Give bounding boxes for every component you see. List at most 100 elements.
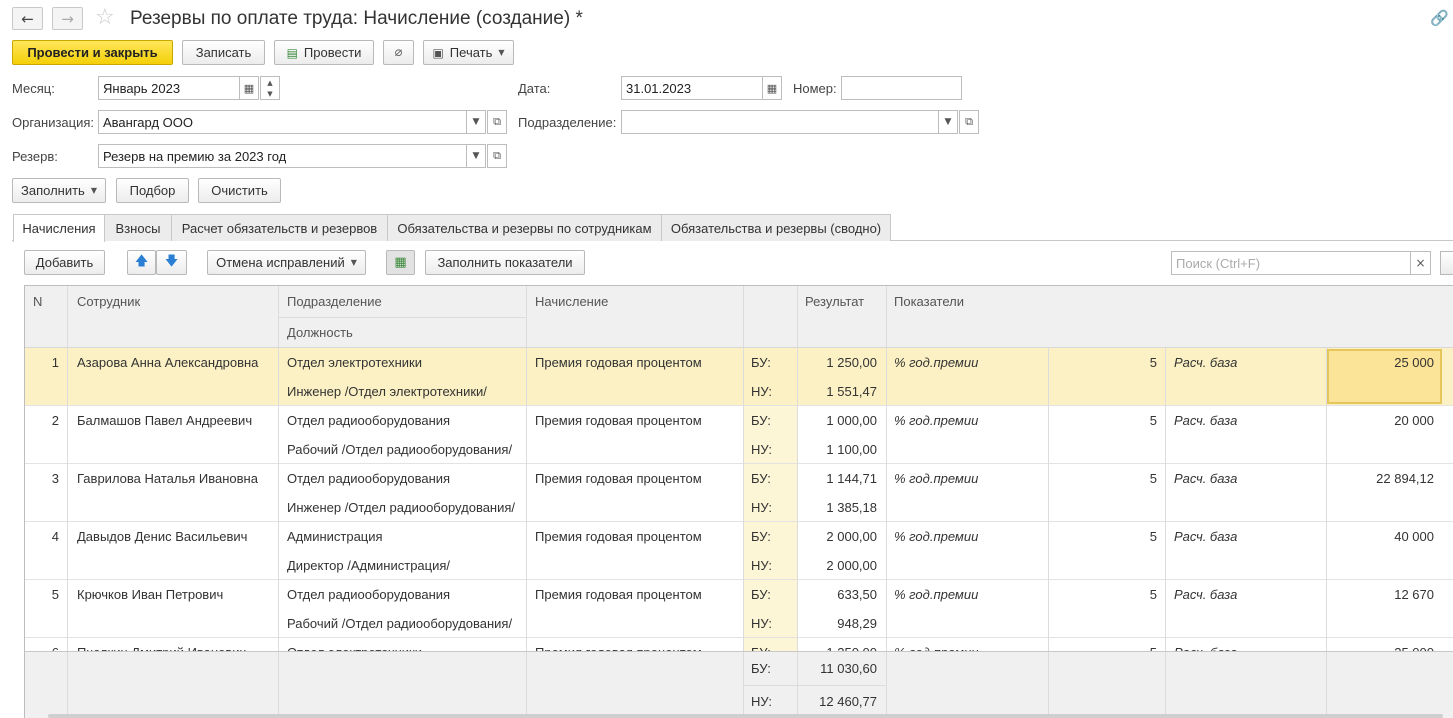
paperclip-icon: ⌀: [394, 45, 403, 60]
favorite-star-icon[interactable]: ☆: [95, 5, 115, 30]
chevron-down-icon: ▼: [350, 258, 357, 267]
department: Администрация: [287, 529, 383, 544]
reserve-field[interactable]: Резерв на премию за 2023 год: [98, 144, 467, 168]
back-button[interactable]: ←: [12, 7, 43, 30]
tab-accruals[interactable]: Начисления: [13, 214, 105, 242]
date-calendar-button[interactable]: ▦: [762, 76, 782, 100]
date-field[interactable]: 31.01.2023: [621, 76, 763, 100]
organization-open-button[interactable]: ⧉: [487, 110, 507, 134]
header-indicators[interactable]: Показатели: [894, 294, 964, 309]
nu-label: НУ:: [751, 442, 772, 457]
organization-field[interactable]: Авангард ООО: [98, 110, 467, 134]
spin-down-icon: ▼: [267, 89, 273, 98]
result-nu: 948,29: [837, 616, 877, 631]
forward-button[interactable]: →: [52, 7, 83, 30]
indicator-1-value: 5: [1149, 529, 1157, 544]
tab-contributions[interactable]: Взносы: [104, 214, 172, 241]
table-totals: БУ: 11 030,60 НУ: 12 460,77: [25, 651, 1453, 718]
header-n[interactable]: N: [33, 294, 42, 309]
cancel-corrections-button[interactable]: Отмена исправлений ▼: [207, 250, 366, 275]
month-stepper[interactable]: ▲ ▼: [260, 76, 280, 100]
table-row[interactable]: 2 Балмашов Павел Андреевич Отдел радиообор…: [25, 406, 1453, 464]
move-up-button[interactable]: 🡅: [127, 250, 156, 275]
post-and-close-button[interactable]: Провести и закрыть: [12, 40, 173, 65]
employee-name: Балмашов Павел Андреевич: [77, 413, 253, 428]
col-divider: [1165, 652, 1166, 718]
month-calendar-button[interactable]: ▦: [239, 76, 259, 100]
chevron-down-icon: ▼: [498, 48, 505, 57]
indicator-2-name: Расч. база: [1174, 413, 1238, 428]
reserve-label: Резерв:: [12, 149, 58, 164]
row-number: 3: [51, 471, 59, 486]
close-icon: ×: [1415, 256, 1426, 270]
number-field[interactable]: [841, 76, 962, 100]
clear-button[interactable]: Очистить: [198, 178, 281, 203]
row-number: 2: [51, 413, 59, 428]
employee-name: Гаврилова Наталья Ивановна: [77, 471, 258, 486]
add-button[interactable]: Добавить: [24, 250, 105, 275]
totals-bu-value: 11 030,60: [820, 661, 877, 676]
bu-label: БУ:: [751, 529, 771, 544]
employee-name: Давыдов Денис Васильевич: [77, 529, 248, 544]
indicator-1-value: 5: [1149, 471, 1157, 486]
col-divider: [278, 652, 279, 718]
header-accrual[interactable]: Начисление: [535, 294, 608, 309]
accruals-table[interactable]: N Сотрудник Подразделение Должность Начи…: [24, 285, 1453, 718]
result-nu: 2 000,00: [826, 558, 877, 573]
department-label: Подразделение:: [518, 115, 617, 130]
fill-button[interactable]: Заполнить ▼: [12, 178, 106, 203]
totals-divider: [743, 685, 886, 686]
result-nu: 1 100,00: [826, 442, 877, 457]
arrow-left-icon: ←: [21, 9, 34, 28]
department-dropdown-button[interactable]: ▼: [938, 110, 958, 134]
table-row[interactable]: 5 Крючков Иван Петрович Отдел радиооборудо…: [25, 580, 1453, 638]
date-label: Дата:: [518, 81, 551, 96]
search-input[interactable]: Поиск (Ctrl+F): [1171, 251, 1411, 275]
print-button[interactable]: ▣ Печать ▼: [423, 40, 514, 65]
header-position[interactable]: Должность: [287, 325, 353, 340]
employee-name: Крючков Иван Петрович: [77, 587, 224, 602]
indicator-1-value: 5: [1149, 355, 1157, 370]
attach-button[interactable]: ⌀: [383, 40, 414, 65]
print-button-label: Печать: [449, 45, 493, 60]
bu-label: БУ:: [751, 471, 771, 486]
reserve-open-button[interactable]: ⧉: [487, 144, 507, 168]
more-actions-button[interactable]: [1440, 251, 1453, 275]
search-clear-button[interactable]: ×: [1410, 251, 1431, 275]
reserve-dropdown-button[interactable]: ▼: [466, 144, 486, 168]
department-field[interactable]: [621, 110, 939, 134]
tab-by-employee[interactable]: Обязательства и резервы по сотрудникам: [387, 214, 662, 241]
month-field[interactable]: Январь 2023: [98, 76, 240, 100]
fill-button-label: Заполнить: [21, 183, 85, 198]
cancel-corrections-label: Отмена исправлений: [216, 255, 345, 270]
header-department[interactable]: Подразделение: [287, 294, 382, 309]
department-open-button[interactable]: ⧉: [959, 110, 979, 134]
chevron-down-icon: ▼: [472, 117, 480, 127]
header-employee[interactable]: Сотрудник: [77, 294, 140, 309]
calendar-icon: ▦: [766, 81, 778, 95]
link-icon[interactable]: 🔗: [1430, 9, 1449, 27]
result-nu: 1 551,47: [826, 384, 877, 399]
fill-indicators-button[interactable]: Заполнить показатели: [425, 250, 585, 275]
position: Инженер /Отдел электротехники/: [287, 384, 487, 399]
header-result[interactable]: Результат: [805, 294, 864, 309]
table-row[interactable]: 4 Давыдов Денис Васильевич Администрация Ди…: [25, 522, 1453, 580]
row-number: 5: [51, 587, 59, 602]
tab-summary[interactable]: Обязательства и резервы (сводно): [661, 214, 891, 241]
month-label: Месяц:: [12, 81, 55, 96]
indicator-2-name: Расч. база: [1174, 355, 1238, 370]
post-button[interactable]: ▤ Провести: [274, 40, 374, 65]
table-row[interactable]: 1 Азарова Анна Александровна Отдел электро…: [25, 348, 1453, 406]
select-button[interactable]: Подбор: [116, 178, 189, 203]
indicator-2-value: 22 894,12: [1376, 471, 1434, 486]
department: Отдел радиооборудования: [287, 413, 451, 428]
position: Инженер /Отдел радиооборудования/: [287, 500, 516, 515]
table-row[interactable]: 3 Гаврилова Наталья Ивановна Отдел радиооб…: [25, 464, 1453, 522]
save-button[interactable]: Записать: [182, 40, 265, 65]
indicator-1-name: % год.премии: [894, 471, 979, 486]
move-down-button[interactable]: 🡇: [156, 250, 187, 275]
organization-dropdown-button[interactable]: ▼: [466, 110, 486, 134]
add-indicator-button[interactable]: ▦: [386, 250, 415, 275]
horizontal-scrollbar[interactable]: [48, 714, 1443, 718]
tab-calculation[interactable]: Расчет обязательств и резервов: [171, 214, 388, 241]
